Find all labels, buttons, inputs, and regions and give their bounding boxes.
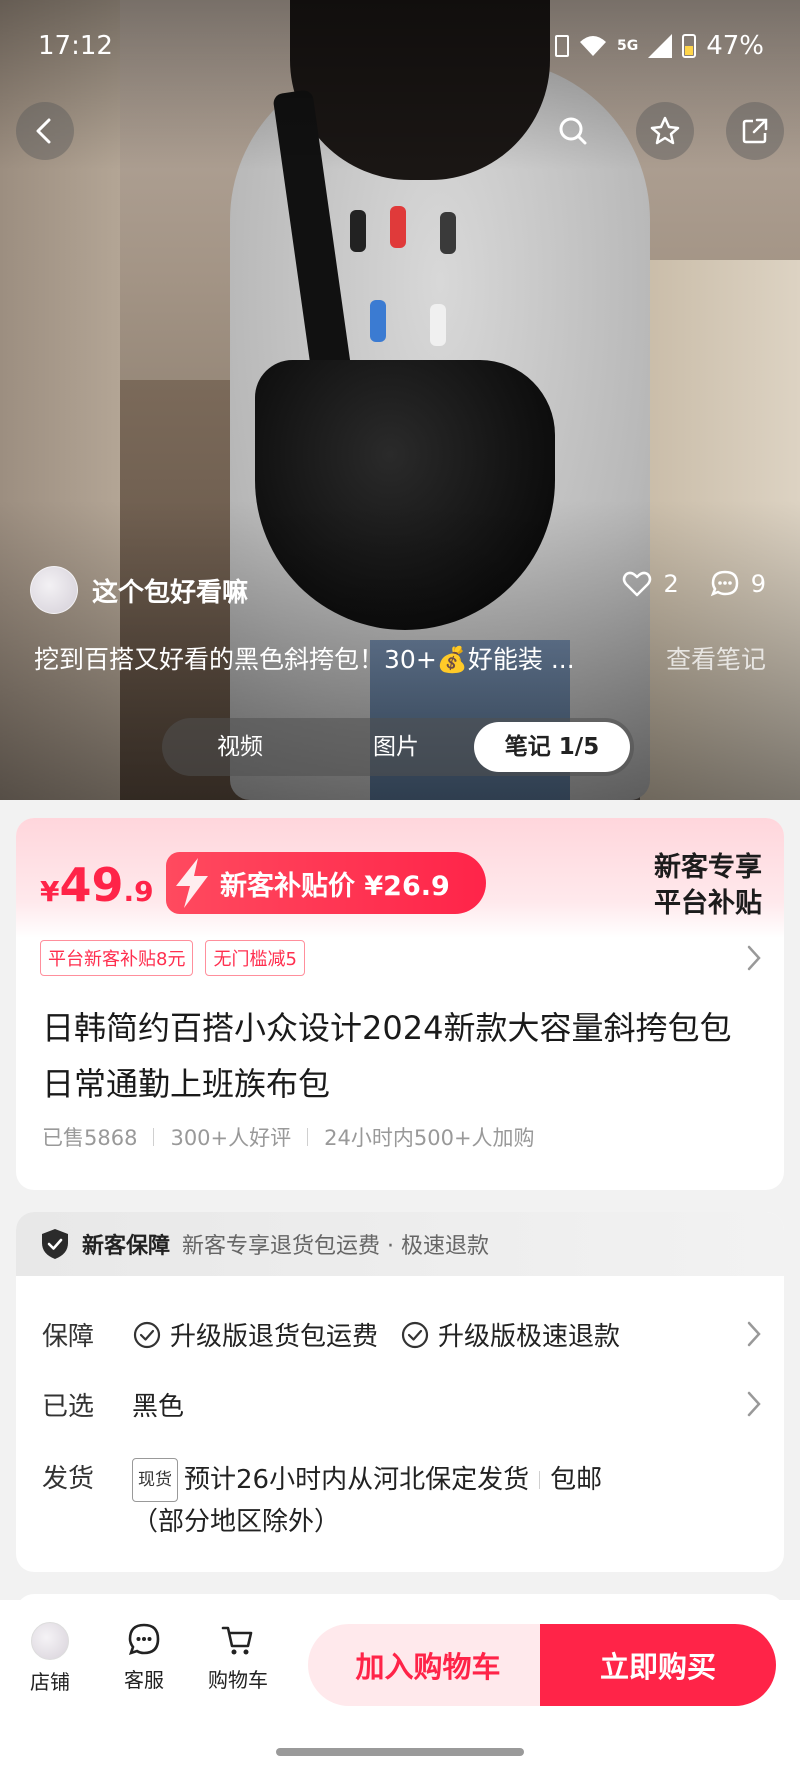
protection-label: 保障	[42, 1322, 95, 1352]
guarantee-card: 新客保障 新客专享退货包运费 · 极速退款 保障 升级版退货包运费 升级版极速退…	[16, 1212, 784, 1572]
divider	[539, 1471, 541, 1489]
favorite-button[interactable]	[636, 102, 694, 160]
buy-now-button[interactable]: 立即购买	[540, 1624, 776, 1706]
tab-images[interactable]: 图片	[318, 722, 474, 772]
price-currency: ¥	[40, 875, 60, 908]
shipping-estimate: 预计26小时内从河北保定发货	[184, 1465, 530, 1495]
lightning-icon	[176, 858, 208, 908]
note-caption-row[interactable]: 挖到百搭又好看的黑色斜挎包！30+💰好能装 ... 查看笔记	[34, 640, 766, 676]
author-name[interactable]: 这个包好看嘛	[92, 572, 248, 609]
chevron-right-icon	[747, 1391, 761, 1417]
shield-check-icon	[42, 1229, 68, 1259]
battery-percent: 47%	[706, 31, 764, 61]
coupon-tag[interactable]: 无门槛减5	[205, 940, 305, 976]
check-circle-icon	[133, 1321, 161, 1348]
share-button[interactable]	[726, 102, 784, 160]
selected-label: 已选	[42, 1392, 95, 1422]
new-customer-guarantee[interactable]: 新客保障 新客专享退货包运费 · 极速退款	[16, 1212, 784, 1276]
positive-reviews: 300+人好评	[170, 1126, 292, 1150]
protection-row[interactable]: 保障 升级版退货包运费 升级版极速退款	[42, 1316, 762, 1353]
platform-subsidy-label: 新客专享 平台补贴	[654, 850, 762, 922]
likes-stat[interactable]: 2	[621, 568, 679, 600]
status-icons: 5G 47%	[554, 31, 764, 61]
note-caption: 挖到百搭又好看的黑色斜挎包！30+💰好能装 ...	[34, 645, 575, 674]
cart-icon	[221, 1626, 253, 1655]
coupon-list[interactable]: 平台新客补贴8元 无门槛减5	[40, 940, 305, 976]
chat-icon	[128, 1623, 160, 1656]
shop-button[interactable]: 店铺	[10, 1622, 90, 1695]
selected-option-row[interactable]: 已选 黑色	[42, 1386, 762, 1423]
service-label: 客服	[124, 1668, 164, 1692]
tab-video[interactable]: 视频	[162, 722, 318, 772]
free-shipping: 包邮	[550, 1465, 603, 1495]
photo-embroidery	[330, 200, 530, 380]
subsidy-price-badge: 新客补贴价 ¥26.9	[166, 852, 486, 914]
protection-item-2: 升级版极速退款	[438, 1322, 621, 1352]
home-indicator[interactable]	[276, 1748, 524, 1756]
shipping-note: （部分地区除外）	[132, 1507, 341, 1537]
in-stock-tag: 现货	[132, 1458, 178, 1502]
note-stats: 2 9	[621, 568, 766, 600]
media-tabs: 视频 图片 笔记 1/5	[162, 718, 634, 776]
battery-icon	[682, 34, 697, 58]
likes-count: 2	[663, 570, 679, 598]
heart-icon	[623, 571, 652, 597]
comments-count: 9	[750, 570, 766, 598]
note-author[interactable]: 这个包好看嘛	[30, 565, 248, 615]
signal-icon	[648, 34, 673, 58]
product-title: 日韩简约百搭小众设计2024新款大容量斜挎包包日常通勤上班族布包	[42, 1009, 732, 1103]
guarantee-desc: 新客专享退货包运费 · 极速退款	[182, 1234, 489, 1259]
guarantee-title: 新客保障	[82, 1234, 171, 1259]
divider	[307, 1128, 309, 1146]
protection-items: 升级版退货包运费 升级版极速退款	[132, 1316, 762, 1353]
customer-service-button[interactable]: 客服	[104, 1622, 184, 1693]
star-icon	[650, 116, 680, 145]
coupon-tag[interactable]: 平台新客补贴8元	[40, 940, 194, 976]
platform-line-2: 平台补贴	[654, 888, 762, 919]
sim-icon	[554, 35, 569, 57]
subsidy-price-label: 新客补贴价 ¥26.9	[220, 870, 450, 902]
recent-adds: 24小时内500+人加购	[324, 1126, 535, 1150]
protection-item-1: 升级版退货包运费	[170, 1322, 379, 1352]
price-integer: 49	[59, 858, 124, 912]
comment-icon	[710, 570, 738, 597]
shop-avatar	[31, 1622, 69, 1660]
share-icon	[742, 118, 768, 144]
selected-value-wrap: 黑色	[132, 1386, 762, 1423]
chevron-right-icon	[747, 1321, 761, 1347]
selected-color: 黑色	[132, 1392, 185, 1422]
search-button[interactable]	[544, 102, 602, 160]
shipping-row[interactable]: 发货 现货 预计26小时内从河北保定发货 包邮 （部分地区除外）	[42, 1458, 762, 1542]
original-price: ¥ 49 .9	[40, 858, 154, 912]
shipping-info: 现货 预计26小时内从河北保定发货 包邮 （部分地区除外）	[132, 1458, 762, 1542]
search-icon	[559, 117, 587, 145]
check-circle-icon	[401, 1321, 429, 1348]
shipping-line: 现货 预计26小时内从河北保定发货 包邮	[132, 1458, 602, 1502]
status-time: 17:12	[38, 31, 113, 61]
cart-label: 购物车	[208, 1668, 268, 1692]
back-button[interactable]	[16, 102, 74, 160]
price-card: ¥ 49 .9 新客补贴价 ¥26.9 新客专享 平台补贴 平台新客补贴8元 无…	[16, 818, 784, 1190]
status-bar: 17:12 5G 47%	[38, 26, 764, 66]
price-decimal: .9	[123, 875, 154, 908]
platform-line-1: 新客专享	[654, 852, 762, 883]
bottom-action-bar: 店铺 客服 购物车 加入购物车 立即购买	[0, 1600, 800, 1778]
divider	[153, 1128, 155, 1146]
sales-info: 已售5868 300+人好评 24小时内500+人加购	[42, 1122, 535, 1152]
cart-button[interactable]: 购物车	[198, 1622, 278, 1693]
wifi-icon	[579, 36, 606, 56]
add-to-cart-button[interactable]: 加入购物车	[308, 1624, 548, 1706]
network-label: 5G	[616, 38, 639, 54]
chevron-left-icon	[36, 118, 51, 144]
shipping-label: 发货	[42, 1464, 95, 1494]
author-avatar[interactable]	[30, 566, 78, 614]
chevron-right-icon[interactable]	[746, 944, 762, 972]
tab-notes[interactable]: 笔记 1/5	[474, 722, 630, 772]
comments-stat[interactable]: 9	[709, 568, 766, 600]
view-note-link[interactable]: 查看笔记	[666, 640, 766, 676]
sold-count: 已售5868	[42, 1126, 138, 1150]
shop-label: 店铺	[30, 1670, 70, 1694]
